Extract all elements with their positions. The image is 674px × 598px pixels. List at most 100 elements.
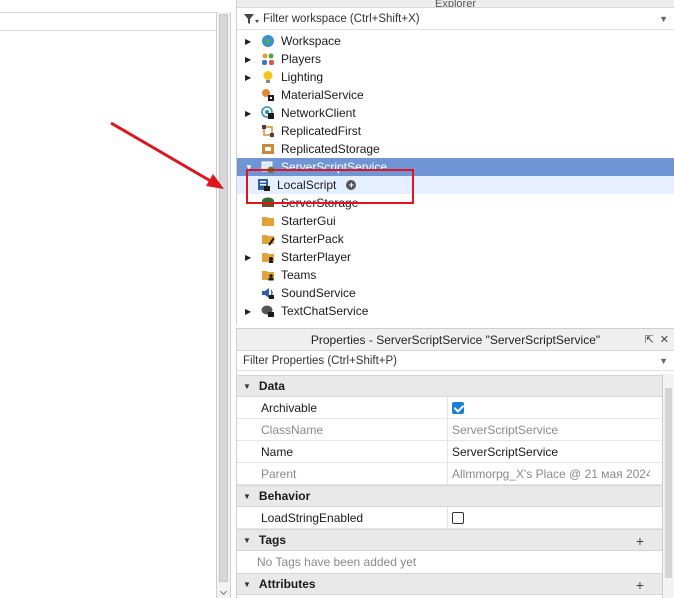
tree-item-label: LocalScript bbox=[277, 178, 337, 192]
network-client-icon bbox=[261, 106, 275, 120]
expand-arrow-icon[interactable]: ▶ bbox=[237, 109, 253, 118]
filter-icon[interactable] bbox=[243, 13, 259, 25]
tree-item-label: TextChatService bbox=[281, 304, 369, 318]
collapse-arrow-icon[interactable]: ▼ bbox=[243, 492, 251, 501]
section-tags[interactable]: ▼ Tags + bbox=[237, 529, 662, 551]
tree-item-server-script-service[interactable]: ▼ ServerScriptService bbox=[237, 158, 674, 176]
tree-item-label: StarterPlayer bbox=[281, 250, 352, 264]
section-behavior[interactable]: ▼ Behavior bbox=[237, 485, 662, 507]
tree-item-label: StarterGui bbox=[281, 214, 336, 228]
collapse-arrow-icon[interactable]: ▼ bbox=[243, 536, 251, 545]
tree-item-label: ServerScriptService bbox=[281, 160, 388, 174]
properties-title: Properties - ServerScriptService "Server… bbox=[310, 332, 601, 347]
name-value-input[interactable]: ServerScriptService bbox=[448, 441, 650, 462]
prop-name: Parent bbox=[237, 463, 448, 484]
properties-scrollbar-thumb[interactable] bbox=[665, 388, 672, 578]
tree-item-starter-pack[interactable]: StarterPack bbox=[237, 230, 674, 248]
tree-item-label: StarterPack bbox=[281, 232, 344, 246]
local-script-icon bbox=[257, 178, 271, 192]
replicated-first-icon bbox=[261, 124, 275, 138]
expand-arrow-icon[interactable]: ▶ bbox=[237, 253, 253, 262]
left-scrollbar-thumb[interactable] bbox=[219, 14, 228, 582]
explorer-panel: Explorer Filter workspace (Ctrl+Shift+X)… bbox=[236, 0, 674, 325]
tree-item-label: ReplicatedFirst bbox=[281, 124, 362, 138]
tree-item-network-client[interactable]: ▶ NetworkClient bbox=[237, 104, 674, 122]
section-label: Tags bbox=[258, 533, 287, 547]
undock-icon[interactable]: ⇱ bbox=[645, 333, 654, 346]
loadstring-checkbox[interactable] bbox=[452, 511, 464, 524]
expand-arrow-icon[interactable]: ▶ bbox=[237, 37, 253, 46]
prop-value: ServerScriptService bbox=[452, 422, 559, 437]
globe-icon bbox=[261, 34, 275, 48]
prop-loadstring-enabled[interactable]: LoadStringEnabled bbox=[237, 507, 662, 529]
explorer-title-bar: Explorer bbox=[237, 0, 674, 8]
prop-parent: Parent Allmmorpg_X's Place @ 21 мая 2024… bbox=[237, 463, 662, 485]
properties-panel: Properties - ServerScriptService "Server… bbox=[236, 328, 674, 598]
tree-item-starter-gui[interactable]: StarterGui bbox=[237, 212, 674, 230]
tree-item-sound-service[interactable]: SoundService bbox=[237, 284, 674, 302]
tree-item-label: NetworkClient bbox=[281, 106, 356, 120]
tree-item-players[interactable]: ▶ Players bbox=[237, 50, 674, 68]
left-pane-header bbox=[0, 12, 216, 31]
replicated-storage-icon bbox=[261, 142, 275, 156]
tree-item-label: Lighting bbox=[281, 70, 324, 84]
material-service-icon bbox=[261, 88, 275, 102]
chevron-down-icon[interactable]: ▼ bbox=[659, 356, 668, 366]
close-icon[interactable]: ✕ bbox=[660, 333, 669, 346]
section-attributes[interactable]: ▼ Attributes + bbox=[237, 573, 662, 595]
left-scrollbar[interactable] bbox=[216, 12, 231, 598]
add-tag-icon[interactable]: + bbox=[636, 533, 644, 549]
expand-arrow-icon[interactable]: ▶ bbox=[237, 307, 253, 316]
tree-item-lighting[interactable]: ▶ Lighting bbox=[237, 68, 674, 86]
section-label: Behavior bbox=[258, 489, 311, 503]
prop-name: LoadStringEnabled bbox=[237, 507, 448, 528]
prop-name: ClassName bbox=[237, 419, 448, 440]
collapse-arrow-icon[interactable]: ▼ bbox=[243, 580, 251, 589]
add-object-icon[interactable]: + bbox=[346, 180, 357, 190]
scroll-down-icon[interactable] bbox=[219, 587, 228, 596]
tree-item-label: ReplicatedStorage bbox=[281, 142, 380, 156]
server-storage-icon bbox=[261, 196, 275, 210]
tree-item-label: Players bbox=[281, 52, 322, 66]
tree-item-teams[interactable]: Teams bbox=[237, 266, 674, 284]
tags-empty-note: No Tags have been added yet bbox=[257, 555, 417, 569]
expand-arrow-icon[interactable]: ▶ bbox=[237, 73, 253, 82]
tree-item-replicated-storage[interactable]: ReplicatedStorage bbox=[237, 140, 674, 158]
collapse-arrow-icon[interactable]: ▼ bbox=[237, 163, 253, 172]
properties-scrollbar[interactable] bbox=[662, 374, 674, 598]
prop-name: Name bbox=[237, 441, 448, 462]
tree-item-material-service[interactable]: MaterialService bbox=[237, 86, 674, 104]
explorer-title: Explorer bbox=[435, 0, 476, 8]
tree-item-server-storage[interactable]: ServerStorage bbox=[237, 194, 674, 212]
properties-filter-placeholder: Filter Properties (Ctrl+Shift+P) bbox=[243, 354, 398, 367]
tree-item-label: Workspace bbox=[281, 34, 341, 48]
starter-pack-icon bbox=[261, 232, 275, 246]
tree-item-replicated-first[interactable]: ReplicatedFirst bbox=[237, 122, 674, 140]
starter-player-icon bbox=[261, 250, 275, 264]
section-data[interactable]: ▼ Data bbox=[237, 375, 662, 397]
tree-item-text-chat-service[interactable]: ▶ TextChatService bbox=[237, 302, 674, 320]
section-label: Data bbox=[258, 379, 285, 393]
archivable-checkbox[interactable] bbox=[452, 401, 464, 414]
section-label: Attributes bbox=[258, 577, 316, 591]
properties-filter-input[interactable]: Filter Properties (Ctrl+Shift+P) ▼ bbox=[237, 351, 674, 371]
add-attribute-icon[interactable]: + bbox=[636, 577, 644, 593]
tree-item-local-script[interactable]: LocalScript + bbox=[237, 176, 674, 194]
prop-name: Archivable bbox=[237, 397, 448, 418]
text-chat-service-icon bbox=[261, 304, 275, 318]
expand-arrow-icon[interactable]: ▶ bbox=[237, 55, 253, 64]
explorer-filter-input[interactable]: Filter workspace (Ctrl+Shift+X) ▼ bbox=[237, 8, 674, 30]
players-icon bbox=[261, 52, 275, 66]
prop-archivable[interactable]: Archivable bbox=[237, 397, 662, 419]
tree-item-starter-player[interactable]: ▶ StarterPlayer bbox=[237, 248, 674, 266]
starter-gui-icon bbox=[261, 214, 275, 228]
prop-name-field[interactable]: Name ServerScriptService bbox=[237, 441, 662, 463]
collapse-arrow-icon[interactable]: ▼ bbox=[243, 382, 251, 391]
tree-item-label: ServerStorage bbox=[281, 196, 359, 210]
chevron-down-icon[interactable]: ▼ bbox=[659, 14, 668, 24]
left-pane bbox=[0, 0, 232, 598]
properties-title-bar: Properties - ServerScriptService "Server… bbox=[237, 329, 674, 351]
explorer-tree: ▶ Workspace ▶ Players ▶ Lighting Materia… bbox=[237, 30, 674, 320]
sound-service-icon bbox=[261, 286, 275, 300]
tree-item-workspace[interactable]: ▶ Workspace bbox=[237, 32, 674, 50]
